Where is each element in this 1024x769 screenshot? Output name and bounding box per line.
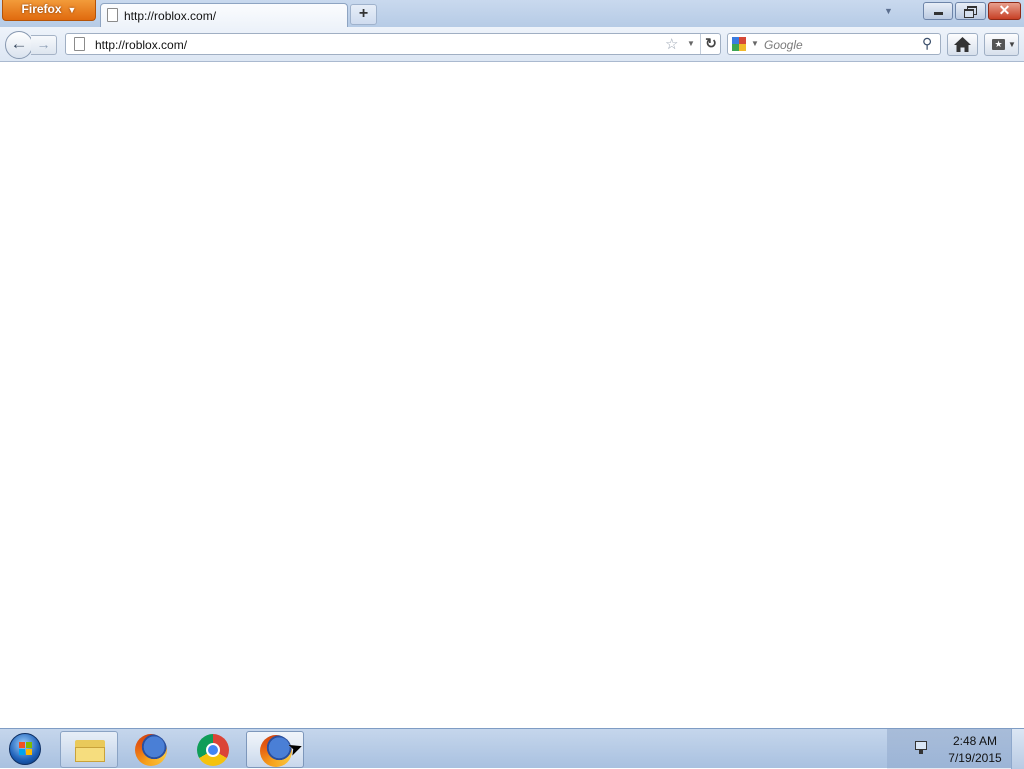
bookmarks-button[interactable]: ★ ▼ (984, 33, 1019, 56)
close-button[interactable]: ✕ (988, 2, 1021, 20)
bookmarks-icon: ★ (992, 39, 1005, 50)
search-icon[interactable]: ⚲ (922, 35, 932, 52)
page-icon (74, 37, 85, 51)
start-button[interactable] (4, 729, 46, 769)
reload-button[interactable]: ↻ (700, 34, 721, 54)
reload-icon: ↻ (705, 35, 717, 51)
firefox-icon (135, 734, 167, 766)
forward-arrow-icon: → (36, 36, 51, 52)
windows-logo-icon (9, 733, 41, 765)
taskbar: ➤ 2:48 AM 7/19/2015 (0, 728, 1024, 769)
firefox-menu-label: Firefox (21, 2, 62, 16)
navigation-toolbar: ← → http://roblox.com/ ☆ ▼ ↻ ▼ Google ⚲ … (0, 27, 1024, 62)
search-input[interactable]: Google (764, 38, 803, 52)
taskbar-explorer[interactable] (60, 731, 118, 768)
system-tray: 2:48 AM 7/19/2015 (887, 729, 1011, 769)
close-icon: ✕ (998, 2, 1011, 18)
taskbar-firefox[interactable] (122, 731, 180, 768)
plus-icon: + (358, 5, 369, 22)
restore-icon-front (964, 9, 974, 18)
clock-time[interactable]: 2:48 AM (945, 734, 1005, 748)
chevron-down-icon[interactable]: ▼ (751, 39, 759, 48)
chevron-down-icon[interactable]: ▼ (687, 39, 695, 48)
tab-list-icon[interactable]: ▼ (884, 6, 893, 16)
minimize-button[interactable] (923, 2, 953, 20)
google-icon[interactable] (732, 37, 746, 51)
tab-roblox[interactable]: http://roblox.com/ (100, 3, 348, 27)
search-bar[interactable]: ▼ Google ⚲ (727, 33, 941, 55)
firefox-menu-button[interactable]: Firefox ▼ (2, 0, 96, 21)
back-button[interactable]: ← (5, 31, 33, 59)
new-tab-button[interactable]: + (350, 4, 377, 25)
page-icon (107, 8, 118, 22)
network-icon[interactable] (915, 741, 931, 755)
home-button[interactable] (947, 33, 978, 56)
taskbar-chrome[interactable] (184, 731, 242, 768)
minimize-icon (933, 12, 943, 15)
url-bar[interactable]: http://roblox.com/ ☆ ▼ ↻ (65, 33, 721, 55)
star-icon[interactable]: ☆ (665, 35, 678, 53)
url-text[interactable]: http://roblox.com/ (95, 38, 187, 52)
chrome-icon (197, 734, 229, 766)
chevron-down-icon: ▼ (1008, 40, 1016, 49)
clock-date[interactable]: 7/19/2015 (945, 751, 1005, 765)
back-arrow-icon: ← (10, 34, 28, 53)
title-bar: Firefox ▼ http://roblox.com/ + ▼ ✕ (0, 0, 1024, 27)
restore-button[interactable] (955, 2, 986, 20)
tab-title: http://roblox.com/ (124, 9, 217, 23)
forward-button[interactable]: → (31, 35, 57, 55)
chevron-down-icon: ▼ (67, 5, 77, 15)
folder-icon (75, 740, 105, 762)
page-content[interactable] (0, 62, 1024, 728)
show-desktop-button[interactable] (1011, 729, 1024, 769)
home-icon (954, 37, 971, 52)
